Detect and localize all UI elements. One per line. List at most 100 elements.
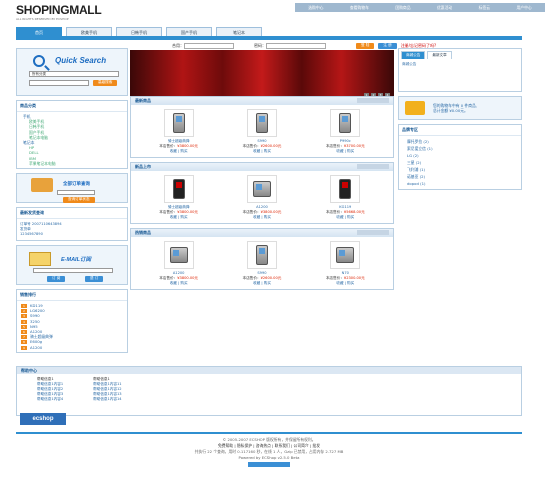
cart-summary: 您的购物车中有 0 件商品, 总计金额 ¥0.00元。 (398, 96, 522, 120)
product-card: N70 本店售价：¥2300.00元 收藏 | 购买 (314, 241, 376, 286)
product-actions[interactable]: 收藏 | 购买 (231, 215, 293, 220)
product-card: A1200 本店售价：¥3800.00元 收藏 | 购买 (231, 175, 293, 220)
product-image[interactable] (246, 241, 277, 269)
product-image[interactable] (163, 109, 194, 137)
brand-item[interactable]: 索尼爱立信 (1) (407, 145, 513, 152)
product-section: 最新商品 骑士超级典弹 本店售价：¥3800.00元 收藏 | 购买 S990 … (130, 96, 394, 158)
product-image[interactable] (246, 109, 277, 137)
rank-item[interactable]: 9 A1200 (21, 345, 123, 350)
product-actions[interactable]: 收藏 | 购买 (314, 215, 376, 220)
brand-title: 品牌专区 (399, 125, 521, 136)
product-image[interactable] (163, 175, 194, 203)
toplink[interactable]: 查看购物车 (350, 5, 369, 11)
toplink[interactable]: 用户中心 (517, 5, 532, 11)
product-section: 热销商品 A1200 本店售价：¥3800.00元 收藏 | 购买 S990 本… (130, 228, 394, 290)
phone-icon (336, 247, 355, 263)
rank-title: 销售排行 (17, 290, 127, 302)
sales-rank: 销售排行 1 KD119 2 LG6200 3 S990 4 3250 5 N95 6 A1… (16, 289, 128, 353)
phone-icon (255, 113, 268, 133)
brand-item[interactable]: dopod (1) (407, 180, 513, 187)
keyword-input[interactable] (29, 80, 89, 86)
register-button[interactable]: 注 册 (378, 43, 397, 49)
product-actions[interactable]: 收藏 | 购买 (314, 149, 376, 154)
product-image[interactable] (330, 175, 361, 203)
brand-item[interactable]: 诺基亚 (2) (407, 173, 513, 180)
product-sections: 最新商品 骑士超级典弹 本店售价：¥3800.00元 收藏 | 购买 S990 … (130, 96, 394, 294)
category-select[interactable]: 所有分类 (29, 71, 119, 77)
truck-icon (31, 178, 53, 193)
logo-title: SHOPINGMALL (16, 3, 102, 17)
order-query-button[interactable]: 查询订单状态 (63, 197, 95, 204)
invoice-title: 最新发货查询 (17, 208, 127, 220)
toplink[interactable]: 团购商品 (395, 5, 410, 11)
invoice-box: 最新发货查询 订单号 2007110643894 发货单 1234567890 (16, 207, 128, 242)
category-title: 商品分类 (17, 101, 127, 112)
more-link[interactable] (357, 164, 389, 169)
product-section: 新品上市 骑士超级典弹 本店售价：¥3800.00元 收藏 | 购买 A1200… (130, 162, 394, 224)
brand-item[interactable]: LG (2) (407, 152, 513, 159)
more-link[interactable] (357, 98, 389, 103)
category-item[interactable]: 苹果笔记本电脑 (23, 161, 121, 166)
login-button[interactable]: 登 陆 (356, 43, 375, 49)
product-actions[interactable]: 收藏 | 购买 (231, 149, 293, 154)
product-card: 骑士超级典弹 本店售价：¥3800.00元 收藏 | 购买 (148, 175, 210, 220)
phone-icon (339, 113, 352, 133)
toplink[interactable]: 优惠活动 (437, 5, 452, 11)
order-input[interactable] (57, 190, 95, 196)
tab-articles[interactable]: 最新文章 (427, 51, 452, 59)
unsubscribe-button[interactable]: 退 订 (85, 276, 104, 283)
footer-powered: Powered by ECShop v2.5.0 Beta (238, 455, 300, 460)
help-center: 帮助中心 帮助信息1 帮助信息1内容1 帮助信息1内容2 帮助信息1内容3 帮助… (16, 366, 522, 416)
phone-icon (172, 113, 185, 133)
product-actions[interactable]: 收藏 | 购买 (231, 281, 293, 286)
brand-item[interactable]: 摩托罗拉 (2) (407, 138, 513, 145)
subscribe-button[interactable]: 订 阅 (47, 276, 66, 283)
product-card: KG119 本店售价：¥5668.00元 收藏 | 购买 (314, 175, 376, 220)
help-link[interactable]: 帮助信息1内容4 (37, 397, 63, 402)
username-input[interactable] (184, 43, 234, 49)
right-column: 商城公告 最新文章 商城公告 您的购物车中有 0 件商品, 总计金额 ¥0.00… (398, 48, 522, 194)
product-actions[interactable]: 收藏 | 购买 (148, 215, 210, 220)
footer: © 2005-2007 ECSHOP 版权所有，并保留所有权利。 免费帮助 | … (16, 432, 522, 469)
user-label: 合用： (172, 43, 184, 48)
section-title: 热销商品 (131, 229, 393, 237)
ecshop-logo[interactable]: ecshop (20, 413, 66, 425)
product-image[interactable] (163, 241, 194, 269)
email-subscribe: E-MAIL订阅 订 阅 退 订 (16, 245, 128, 286)
logo-subtitle: ALL RIGHTS RESERVED BY ECSHOP (16, 17, 69, 21)
section-title: 新品上市 (131, 163, 393, 171)
order-query-title: 全部订单查询 (63, 182, 90, 188)
toplink[interactable]: 标签云 (479, 5, 490, 11)
phone-icon (252, 181, 271, 197)
advanced-search-button[interactable]: 高级搜索 (93, 80, 118, 86)
product-image[interactable] (246, 175, 277, 203)
email-input[interactable] (33, 268, 113, 274)
product-card: P990c 本店售价：¥3700.00元 收藏 | 购买 (314, 109, 376, 154)
phone-icon (339, 179, 352, 199)
password-input[interactable] (266, 43, 326, 49)
product-actions[interactable]: 收藏 | 购买 (148, 149, 210, 154)
phone-icon (172, 179, 185, 199)
product-actions[interactable]: 收藏 | 购买 (148, 281, 210, 286)
more-link[interactable] (357, 230, 389, 235)
help-link[interactable]: 帮助信息1内容14 (93, 397, 121, 402)
site-logo[interactable]: SHOPINGMALL ALL RIGHTS RESERVED BY ECSHO… (16, 3, 102, 21)
footer-badge (248, 462, 290, 467)
help-title: 帮助中心 (17, 367, 521, 374)
phone-icon (169, 247, 188, 263)
product-image[interactable] (330, 109, 361, 137)
quick-search: Quick Search 所有分类 高级搜索 (16, 48, 128, 96)
brand-item[interactable]: 三星 (2) (407, 159, 513, 166)
cart-icon[interactable] (405, 101, 425, 115)
promo-banner[interactable]: 1 2 3 4 (130, 50, 394, 100)
left-column: Quick Search 所有分类 高级搜索 商品分类 手机 欧美手机 日韩手机… (16, 48, 128, 357)
brand-item[interactable]: 飞利浦 (1) (407, 166, 513, 173)
product-actions[interactable]: 收藏 | 购买 (314, 281, 376, 286)
envelope-icon (29, 252, 51, 267)
toplink[interactable]: 选购中心 (308, 5, 323, 11)
tab-notice[interactable]: 商城公告 (401, 51, 426, 59)
section-title: 最新商品 (131, 97, 393, 105)
cart-line: 总计金额 ¥0.00元。 (433, 108, 468, 113)
category-box: 商品分类 手机 欧美手机 日韩手机 国产手机 笔记本电脑 笔记本 HP DELL… (16, 100, 128, 170)
product-image[interactable] (330, 241, 361, 269)
